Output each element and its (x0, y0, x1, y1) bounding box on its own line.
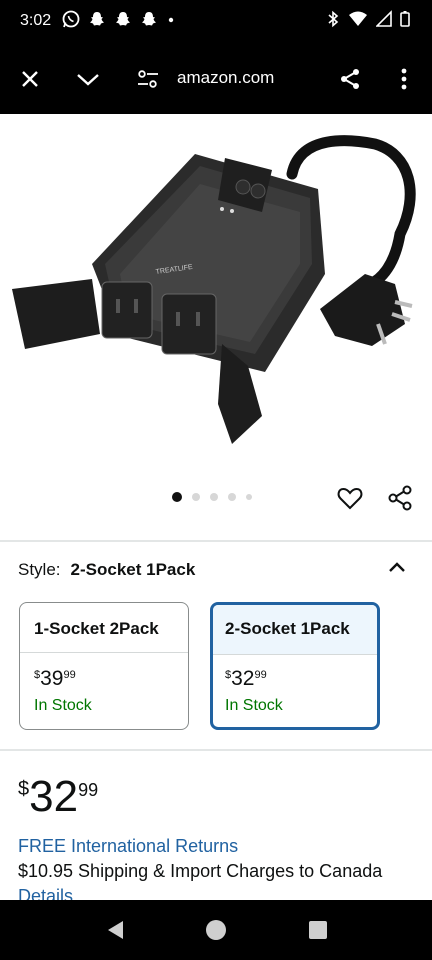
notification-dot-icon (168, 17, 174, 23)
product-image: TREATLIFE (12, 135, 416, 444)
section-divider (0, 749, 432, 751)
pager-dot[interactable] (228, 493, 236, 501)
bluetooth-icon (328, 10, 339, 28)
back-triangle-icon (108, 921, 123, 939)
image-pager[interactable] (172, 492, 252, 502)
pager-dot[interactable] (210, 493, 218, 501)
back-button[interactable] (103, 918, 127, 942)
product-price: $3299 (18, 772, 99, 821)
close-tab-button[interactable] (16, 65, 44, 93)
home-circle-icon (206, 920, 226, 940)
style-selector-header[interactable]: Style: 2-Socket 1Pack (18, 560, 195, 580)
section-divider (0, 540, 432, 542)
minimize-button[interactable] (74, 65, 102, 93)
chevron-down-icon (77, 74, 99, 86)
status-bar: 3:02 (0, 0, 432, 44)
heart-icon (337, 487, 363, 510)
snapchat-icon (90, 12, 104, 26)
style-option-stock: In Stock (225, 697, 283, 714)
site-settings-button[interactable] (134, 65, 162, 93)
battery-icon (400, 11, 410, 27)
collapse-style-button[interactable] (386, 556, 408, 578)
style-label: Style: (18, 560, 61, 579)
signal-icon (376, 10, 392, 27)
share-icon (388, 485, 412, 511)
shipping-charges-text: $10.95 Shipping & Import Charges to Cana… (18, 861, 383, 881)
free-returns-link[interactable]: FREE International Returns (18, 836, 238, 857)
style-option-price: $3999 (34, 667, 76, 690)
url-text[interactable]: amazon.com (177, 68, 274, 88)
more-options-button[interactable] (390, 65, 418, 93)
snapchat-icon (116, 12, 130, 26)
style-selected-value: 2-Socket 1Pack (70, 560, 196, 579)
snapchat-icon (142, 12, 156, 26)
pager-dot[interactable] (192, 493, 200, 501)
whatsapp-icon (62, 10, 80, 28)
home-button[interactable] (204, 918, 228, 942)
chevron-up-icon (389, 562, 405, 572)
site-settings-icon (138, 70, 158, 88)
style-option-card-selected[interactable]: 2-Socket 1Pack $3299 In Stock (210, 602, 380, 730)
style-option-name: 2-Socket 1Pack (213, 605, 377, 655)
style-option-name: 1-Socket 2Pack (20, 603, 188, 653)
style-option-stock: In Stock (34, 697, 92, 714)
recents-button[interactable] (306, 918, 330, 942)
wifi-icon (349, 11, 367, 26)
share-product-button[interactable] (386, 484, 414, 512)
close-icon (22, 71, 38, 87)
pager-dot[interactable] (246, 494, 252, 500)
wishlist-button[interactable] (336, 484, 364, 512)
browser-toolbar: amazon.com (0, 44, 432, 114)
status-time: 3:02 (20, 12, 52, 29)
style-option-card[interactable]: 1-Socket 2Pack $3999 In Stock (19, 602, 189, 730)
pager-dot-active[interactable] (172, 492, 182, 502)
share-icon (341, 69, 359, 89)
product-image-gallery[interactable]: TREATLIFE (0, 114, 432, 540)
recents-square-icon (309, 921, 327, 939)
more-vert-icon (401, 68, 407, 90)
share-page-button[interactable] (336, 65, 364, 93)
system-navigation-bar (0, 900, 432, 960)
style-option-price: $3299 (225, 667, 267, 690)
